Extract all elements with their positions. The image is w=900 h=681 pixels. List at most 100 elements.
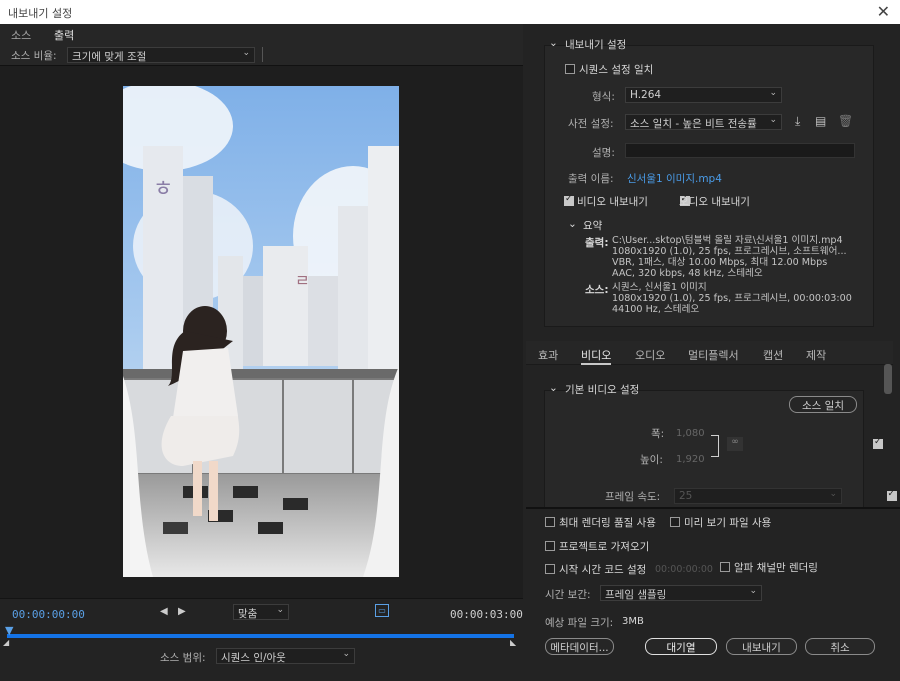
video-preview: ㅎ ㄹ (123, 86, 399, 577)
export-video-label: 비디오 내보내기 (577, 196, 648, 208)
metadata-button[interactable]: 메타데이터... (545, 638, 614, 655)
summary-output-line: 1080x1920 (1.0), 25 fps, 프로그레시브, 소프트웨어..… (612, 246, 847, 257)
mark-out-icon[interactable]: ▶ (178, 606, 186, 617)
chevron-down-icon: ⌄ (242, 48, 250, 58)
start-timecode-checkbox[interactable] (545, 564, 555, 574)
tab-multiplexer[interactable]: 멀티플렉서 (688, 347, 739, 363)
basic-video-collapse-icon[interactable]: ⌄ (549, 382, 558, 394)
height-label: 높이: (640, 454, 663, 466)
chevron-down-icon: ⌄ (342, 649, 350, 659)
export-video-checkbox[interactable] (564, 194, 574, 206)
summary-source-line: 44100 Hz, 스테레오 (612, 304, 700, 315)
fit-dropdown[interactable]: 맞춤 ⌄ (233, 604, 289, 620)
width-value[interactable]: 1,080 (676, 428, 705, 439)
cancel-button[interactable]: 취소 (805, 638, 875, 655)
in-point-icon[interactable]: ◢ (3, 638, 9, 647)
svg-text:ㄹ: ㄹ (295, 271, 310, 290)
summary-source-line: 시퀀스, 신서울1 이미지 (612, 282, 707, 293)
collapse-icon[interactable]: ⌄ (549, 37, 558, 49)
chain-link-icon[interactable]: ∞ (727, 437, 743, 451)
interp-value: 프레임 샘플링 (605, 589, 667, 601)
tab-effects[interactable]: 효과 (538, 347, 558, 363)
title-bar: 내보내기 설정 ✕ (0, 0, 900, 24)
alpha-only-label: 알파 채널만 렌더링 (734, 562, 818, 574)
safe-margin-icon[interactable]: ▭ (375, 604, 389, 617)
match-sequence-checkbox[interactable] (565, 64, 575, 74)
source-range-dropdown[interactable]: 시퀀스 인/아웃 ⌄ (216, 648, 355, 664)
preset-dropdown[interactable]: 소스 일치 - 높은 비트 전송률 ⌄ (625, 114, 782, 130)
framerate-override-checkbox[interactable] (886, 489, 897, 501)
use-previews-label: 미리 보기 파일 사용 (684, 517, 772, 529)
tab-source[interactable]: 소스 (11, 27, 31, 43)
max-render-checkbox[interactable] (545, 517, 555, 527)
comments-input[interactable] (625, 143, 855, 158)
delete-preset-icon[interactable]: 🗑 (838, 114, 853, 128)
format-label: 형식: (592, 91, 615, 103)
divider (526, 507, 900, 509)
summary-source-line: 1080x1920 (1.0), 25 fps, 프로그레시브, 00:00:0… (612, 293, 852, 304)
svg-text:ㅎ: ㅎ (153, 177, 173, 202)
export-button[interactable]: 내보내기 (726, 638, 797, 655)
timeline-bar: 00:00:00:00 ◀ ▶ 맞춤 ⌄ ▭ 00:00:03:00 ▼ ◢ ◣… (0, 598, 523, 681)
filesize-label: 예상 파일 크기: (545, 617, 614, 629)
width-label: 폭: (651, 428, 665, 440)
save-preset-icon[interactable]: ⤓ (795, 114, 800, 129)
scrollbar-thumb[interactable] (884, 364, 892, 394)
alpha-only-checkbox[interactable] (720, 562, 730, 572)
summary-output-label: 출력: (585, 237, 609, 249)
close-icon[interactable]: ✕ (877, 2, 890, 21)
framerate-label: 프레임 속도: (605, 491, 661, 503)
import-preset-icon[interactable]: ▤ (815, 114, 826, 128)
tab-audio[interactable]: 오디오 (635, 347, 665, 363)
source-scaling-bar: 소스 비율: 크기에 맞게 조절 ⌄ (0, 44, 523, 66)
summary-output-line: C:\User...sktop\텀블벅 올릴 자료\신서울1 이미지.mp4 (612, 235, 843, 246)
import-project-checkbox[interactable] (545, 541, 555, 551)
source-range-label: 소스 범위: (160, 652, 206, 664)
divider (262, 47, 263, 62)
format-dropdown[interactable]: H.264 ⌄ (625, 87, 782, 103)
height-value[interactable]: 1,920 (676, 454, 705, 465)
interp-label: 시간 보간: (545, 589, 591, 601)
summary-source-label: 소스: (585, 284, 609, 296)
chevron-down-icon: ⌄ (829, 489, 837, 499)
chevron-down-icon: ⌄ (769, 115, 777, 125)
tab-publish[interactable]: 제작 (806, 347, 826, 363)
summary-collapse-icon[interactable]: ⌄ (568, 218, 577, 230)
queue-button[interactable]: 대기열 (645, 638, 717, 655)
width-height-override-checkbox[interactable] (873, 437, 883, 449)
interp-dropdown[interactable]: 프레임 샘플링 ⌄ (600, 585, 762, 601)
source-scaling-value: 크기에 맞게 조절 (72, 51, 147, 63)
tab-captions[interactable]: 캡션 (763, 347, 783, 363)
preview-tabs: 소스 출력 (0, 24, 523, 46)
start-timecode-value[interactable]: 00:00:00:00 (655, 564, 713, 575)
framerate-value: 25 (679, 490, 693, 502)
summary-source: 시퀀스, 신서울1 이미지 1080x1920 (1.0), 25 fps, 프… (612, 282, 852, 315)
match-sequence-label: 시퀀스 설정 일치 (579, 64, 654, 76)
fit-value: 맞춤 (238, 608, 258, 620)
output-name-label: 출력 이름: (568, 173, 614, 185)
basic-video-header: 기본 비디오 설정 (565, 384, 640, 396)
comments-label: 설명: (592, 147, 615, 159)
start-timecode-label: 시작 시간 코드 설정 (559, 564, 647, 576)
max-render-label: 최대 렌더링 품질 사용 (559, 517, 656, 529)
summary-header: 요약 (583, 220, 603, 232)
summary-output-line: VBR, 1패스, 대상 10.00 Mbps, 최대 12.00 Mbps (612, 257, 828, 268)
framerate-dropdown[interactable]: 25 ⌄ (674, 488, 842, 504)
mark-in-icon[interactable]: ◀ (160, 606, 168, 617)
chevron-down-icon: ⌄ (749, 586, 757, 596)
export-settings-header: 내보내기 설정 (565, 39, 627, 51)
source-range-value: 시퀀스 인/아웃 (221, 652, 286, 664)
aspect-bracket (711, 435, 719, 457)
use-previews-checkbox[interactable] (670, 517, 680, 527)
timeline-track[interactable] (7, 634, 514, 638)
tab-video[interactable]: 비디오 (581, 347, 612, 365)
match-source-button[interactable]: 소스 일치 (789, 396, 857, 413)
output-name-link[interactable]: 신서울1 이미지.mp4 (627, 171, 722, 186)
out-point-icon[interactable]: ◣ (510, 638, 516, 647)
current-timecode[interactable]: 00:00:00:00 (12, 608, 85, 621)
preset-value: 소스 일치 - 높은 비트 전송률 (630, 118, 757, 130)
format-value: H.264 (630, 89, 662, 101)
source-scaling-dropdown[interactable]: 크기에 맞게 조절 ⌄ (67, 47, 255, 63)
playhead-icon[interactable]: ▼ (5, 624, 13, 637)
chevron-down-icon: ⌄ (769, 88, 777, 98)
